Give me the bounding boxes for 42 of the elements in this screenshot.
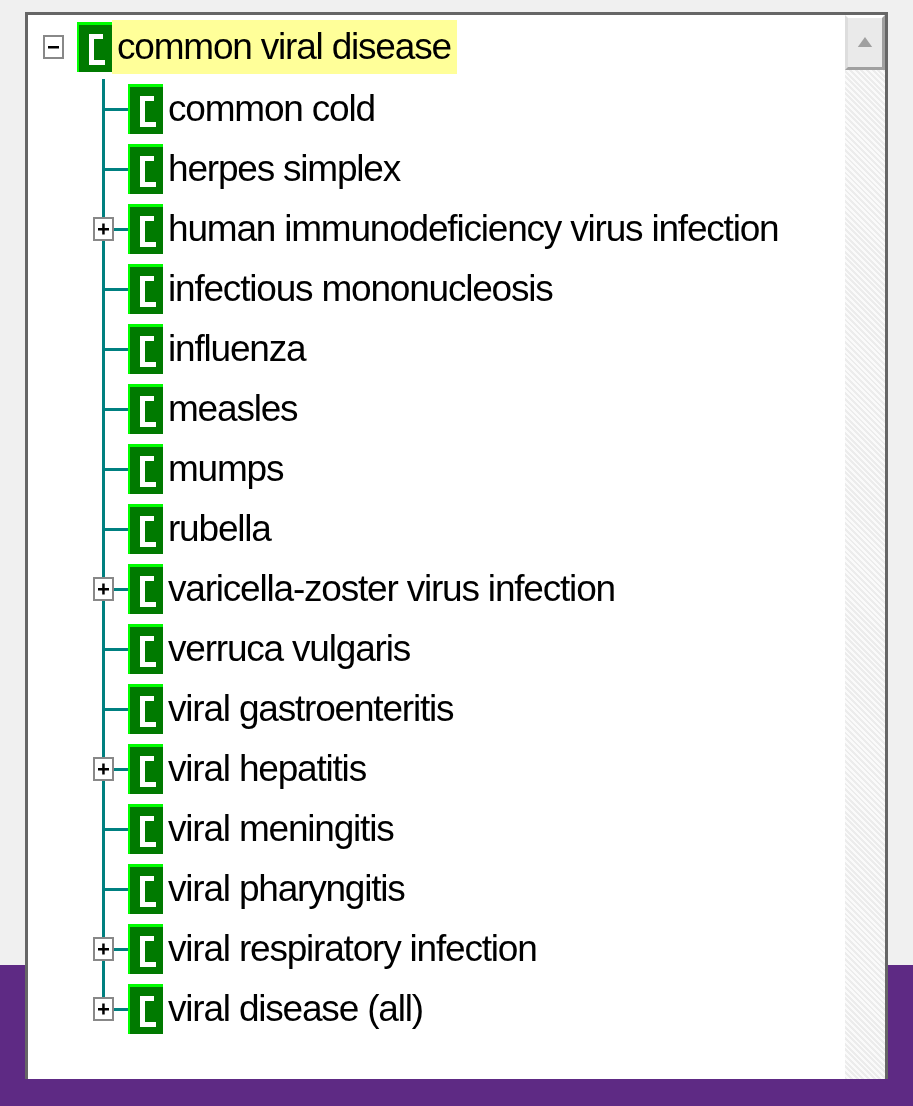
up-arrow-icon bbox=[856, 36, 874, 49]
tree-item[interactable]: viral hepatitis bbox=[163, 742, 372, 796]
tree-item[interactable]: human immunodeficiency virus infection bbox=[163, 202, 785, 256]
tree-item[interactable]: viral gastroenteritis bbox=[163, 682, 460, 736]
tree-item[interactable]: common viral disease bbox=[112, 19, 457, 74]
class-icon bbox=[128, 744, 163, 794]
expand-icon[interactable] bbox=[93, 757, 114, 781]
class-icon bbox=[128, 444, 163, 494]
class-icon bbox=[128, 924, 163, 974]
tree-item[interactable]: mumps bbox=[163, 442, 290, 496]
class-icon bbox=[128, 84, 163, 134]
tree-item[interactable]: viral meningitis bbox=[163, 802, 400, 856]
tree-item[interactable]: rubella bbox=[163, 502, 277, 556]
class-icon bbox=[128, 684, 163, 734]
class-icon bbox=[128, 564, 163, 614]
class-icon bbox=[128, 264, 163, 314]
tree-item[interactable]: infectious mononucleosis bbox=[163, 262, 559, 316]
class-icon bbox=[128, 144, 163, 194]
expand-icon[interactable] bbox=[93, 997, 114, 1021]
class-icon bbox=[128, 864, 163, 914]
class-icon bbox=[128, 324, 163, 374]
class-icon bbox=[128, 804, 163, 854]
tree-item[interactable]: verruca vulgaris bbox=[163, 622, 416, 676]
tree-item[interactable]: viral respiratory infection bbox=[163, 922, 543, 976]
expand-icon[interactable] bbox=[93, 937, 114, 961]
expand-icon[interactable] bbox=[93, 217, 114, 241]
tree-item[interactable]: varicella-zoster virus infection bbox=[163, 562, 621, 616]
tree-item[interactable]: measles bbox=[163, 382, 304, 436]
class-icon bbox=[128, 504, 163, 554]
class-icon bbox=[77, 21, 112, 72]
tree-item[interactable]: viral disease (all) bbox=[163, 982, 429, 1036]
class-icon bbox=[128, 624, 163, 674]
tree-item[interactable]: herpes simplex bbox=[163, 142, 407, 196]
tree-item[interactable]: viral pharyngitis bbox=[163, 862, 411, 916]
tree-item[interactable]: common cold bbox=[163, 82, 381, 136]
collapse-icon[interactable] bbox=[43, 34, 64, 59]
scroll-up-button[interactable] bbox=[845, 15, 885, 70]
class-icon bbox=[128, 984, 163, 1034]
tree-item[interactable]: influenza bbox=[163, 322, 312, 376]
class-icon bbox=[128, 204, 163, 254]
expand-icon[interactable] bbox=[93, 577, 114, 601]
class-icon bbox=[128, 384, 163, 434]
